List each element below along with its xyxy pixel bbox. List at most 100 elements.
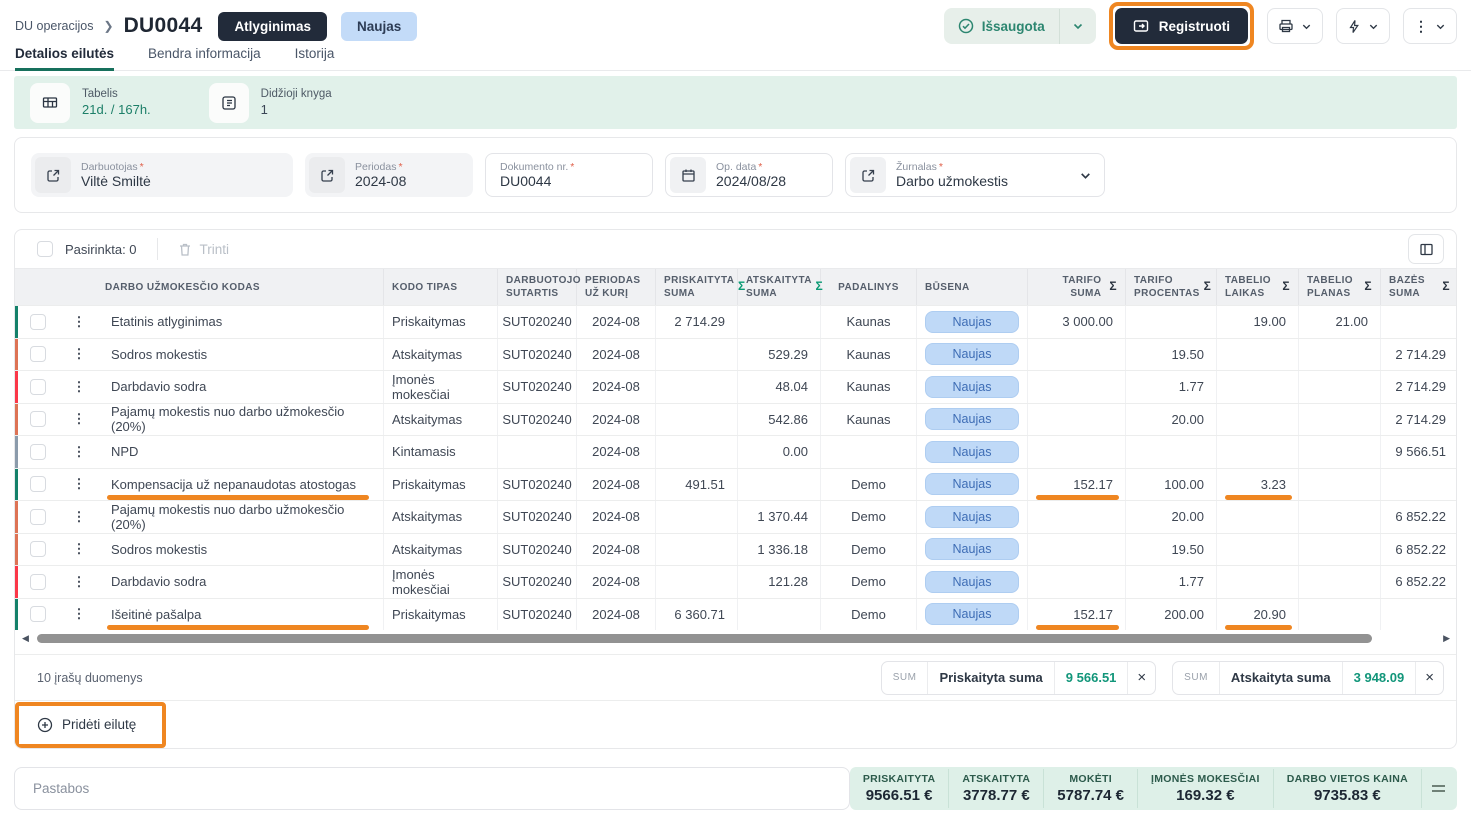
document-number-field[interactable]: Dokumento nr.* DU0044 [485,153,653,197]
column-header-tabelio-laikas[interactable]: TABELIO LAIKASΣ [1217,269,1299,305]
cell-kodas[interactable]: Išeitinė pašalpa [97,599,384,631]
row-menu-icon[interactable]: ⋮ [61,371,97,403]
column-header-tarifo-procentas[interactable]: TARIFO PROCENTASΣ [1126,269,1217,305]
table-row[interactable]: ⋮ Darbdavio sodra Įmonės mokesčiai SUT02… [15,565,1457,598]
print-button[interactable] [1267,8,1323,44]
tab-istorija[interactable]: Istorija [295,46,335,70]
cell-kodas[interactable]: Etatinis atlyginimas [97,306,384,338]
external-link-icon[interactable] [35,157,71,193]
cell-kodas[interactable]: NPD [97,436,384,468]
column-header-padalinys[interactable]: PADALINYS [821,269,917,305]
row-checkbox[interactable] [30,476,46,492]
cell-kodas[interactable]: Pajamų mokestis nuo darbo užmokesčio (20… [97,501,384,533]
kebab-icon: ⋮ [1414,19,1428,33]
close-icon[interactable]: × [1416,662,1443,694]
register-button[interactable]: Registruoti [1115,8,1248,44]
sum-sigma-icon[interactable]: Σ [1282,279,1290,295]
table-row[interactable]: ⋮ Pajamų mokestis nuo darbo užmokesčio (… [15,500,1457,533]
table-row[interactable]: ⋮ Sodros mokestis Atskaitymas SUT020240 … [15,338,1457,371]
row-menu-icon[interactable]: ⋮ [61,306,97,338]
sum-sigma-icon[interactable]: Σ [1204,279,1212,295]
row-menu-icon[interactable]: ⋮ [61,534,97,566]
column-header-kodo-tipas[interactable]: KODO TIPAS [384,269,498,305]
period-field[interactable]: Periodas* 2024-08 [305,153,473,197]
cell-kodas[interactable]: Darbdavio sodra [97,566,384,598]
tab-detalios-eilutes[interactable]: Detalios eilutės [15,46,114,70]
row-menu-icon[interactable]: ⋮ [61,339,97,371]
row-checkbox[interactable] [30,541,46,557]
row-checkbox[interactable] [30,346,46,362]
close-icon[interactable]: × [1128,662,1155,694]
row-menu-icon[interactable]: ⋮ [61,436,97,468]
row-menu-icon[interactable]: ⋮ [61,599,97,631]
table-row[interactable]: ⋮ Kompensacija už nepanaudotas atostogas… [15,468,1457,501]
column-header-kodas[interactable]: DARBO UŽMOKESČIO KODAS [97,269,384,305]
row-menu-icon[interactable]: ⋮ [61,566,97,598]
cell-kodas[interactable]: Sodros mokestis [97,534,384,566]
notes-input[interactable] [14,767,850,810]
cell-kodas[interactable]: Darbdavio sodra [97,371,384,403]
actions-button[interactable] [1336,8,1390,44]
delete-button[interactable]: Trinti [178,242,230,257]
cell-bazes-suma: 6 852.22 [1381,534,1457,566]
column-header-bazes-suma[interactable]: BAZĖS SUMAΣ [1381,269,1457,305]
operation-date-value: 2024/08/28 [716,173,786,189]
cell-tarifo-procentas: 19.50 [1126,339,1217,371]
cell-priskaityta [656,501,738,533]
chevron-down-icon[interactable] [1060,20,1096,32]
row-checkbox[interactable] [30,509,46,525]
row-menu-icon[interactable]: ⋮ [61,501,97,533]
table-row[interactable]: ⋮ Pajamų mokestis nuo darbo užmokesčio (… [15,403,1457,436]
scroll-left-icon[interactable]: ◀ [22,633,29,644]
column-settings-button[interactable] [1408,234,1444,264]
external-link-icon[interactable] [309,157,345,193]
operation-date-field[interactable]: Op. data* 2024/08/28 [665,153,833,197]
calendar-icon[interactable] [670,157,706,193]
journal-field[interactable]: Žurnalas* Darbo užmokestis [845,153,1105,197]
table-row[interactable]: ⋮ Darbdavio sodra Įmonės mokesčiai SUT02… [15,370,1457,403]
employee-field[interactable]: Darbuotojas* Viltė Smiltė [31,153,293,197]
breadcrumb[interactable]: DU operacijos [15,19,94,33]
cell-tabelio-planas [1299,566,1381,598]
summary-menu-icon[interactable] [1422,769,1451,808]
tabelis-info[interactable]: Tabelis 21d. / 167h. [30,83,151,123]
sum-sigma-icon[interactable]: Σ [1109,279,1117,295]
column-header-tabelio-planas[interactable]: TABELIO PLANASΣ [1299,269,1381,305]
horizontal-scrollbar[interactable]: ◀ ▶ [15,630,1456,654]
external-link-icon[interactable] [850,157,886,193]
row-checkbox[interactable] [30,379,46,395]
cell-kodas[interactable]: Kompensacija už nepanaudotas atostogas [97,469,384,501]
chevron-down-icon[interactable] [1079,169,1092,182]
column-header-atskaityta[interactable]: ATSKAITYTA SUMAΣ [738,269,821,305]
cell-kodas[interactable]: Pajamų mokestis nuo darbo užmokesčio (20… [97,404,384,436]
column-header-priskaityta[interactable]: PRISKAITYTA SUMAΣ [656,269,738,305]
column-header-tarifo-suma[interactable]: TARIFO SUMAΣ [1028,269,1126,305]
add-row-button[interactable]: Pridėti eilutę [37,717,136,733]
row-checkbox[interactable] [30,444,46,460]
cell-tabelio-planas [1299,436,1381,468]
sum-sigma-icon[interactable]: Σ [1442,279,1450,295]
select-all-checkbox[interactable] [37,241,53,257]
table-row[interactable]: ⋮ NPD Kintamasis 2024-08 0.00 Naujas 9 5… [15,435,1457,468]
cell-priskaityta [656,436,738,468]
column-header-busena[interactable]: BŪSENA [917,269,1028,305]
table-row[interactable]: ⋮ Išeitinė pašalpa Priskaitymas SUT02024… [15,598,1457,631]
scrollbar-thumb[interactable] [37,634,1372,643]
row-menu-icon[interactable]: ⋮ [61,469,97,501]
row-checkbox[interactable] [30,574,46,590]
row-checkbox[interactable] [30,411,46,427]
ledger-info[interactable]: Didžioji knyga 1 [209,83,332,123]
row-checkbox[interactable] [30,606,46,622]
row-menu-icon[interactable]: ⋮ [61,404,97,436]
sum-sigma-icon[interactable]: Σ [1364,279,1372,295]
scroll-right-icon[interactable]: ▶ [1443,633,1450,644]
cell-kodas[interactable]: Sodros mokestis [97,339,384,371]
column-header-sutartis[interactable]: DARBUOTOJO SUTARTIS [498,269,577,305]
more-menu-button[interactable]: ⋮ [1403,8,1457,44]
saved-button-group[interactable]: Išsaugota [944,8,1096,44]
tab-bendra-informacija[interactable]: Bendra informacija [148,46,261,70]
table-row[interactable]: ⋮ Sodros mokestis Atskaitymas SUT020240 … [15,533,1457,566]
table-row[interactable]: ⋮ Etatinis atlyginimas Priskaitymas SUT0… [15,305,1457,338]
column-header-periodas[interactable]: PERIODAS UŽ KURĮ [577,269,656,305]
row-checkbox[interactable] [30,314,46,330]
